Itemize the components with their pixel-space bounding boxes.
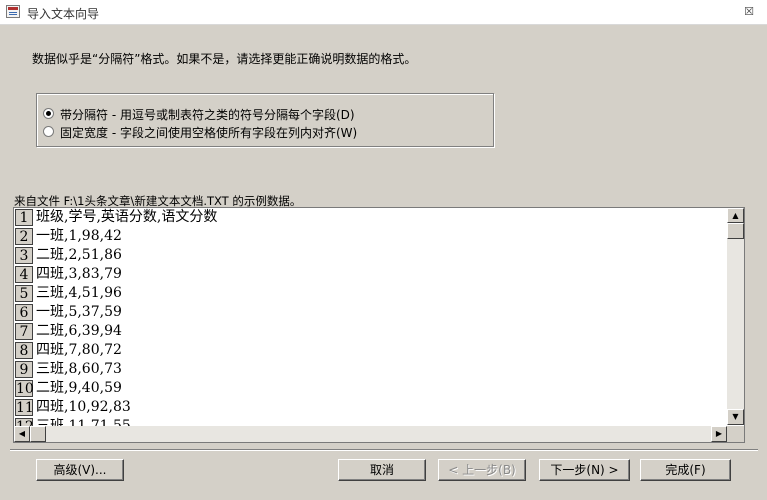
- row-text: 二班,9,40,59: [36, 380, 122, 396]
- row-number: 11: [15, 399, 34, 416]
- row-text: 二班,6,39,94: [36, 323, 122, 339]
- form-icon: [6, 5, 20, 18]
- table-row: 5 三班,4,51,96: [14, 285, 726, 304]
- scroll-up-icon[interactable]: ▲: [727, 208, 744, 223]
- table-row: 1 班级,学号,英语分数,语文分数: [14, 209, 726, 228]
- cancel-button[interactable]: 取消: [338, 459, 426, 481]
- row-number: 9: [15, 361, 33, 378]
- row-number: 7: [15, 323, 33, 340]
- table-row: 10 二班,9,40,59: [14, 380, 726, 399]
- close-icon[interactable]: ☒: [742, 5, 756, 19]
- row-number: 3: [15, 247, 33, 264]
- row-text: 四班,10,92,83: [36, 399, 131, 415]
- option-fixed-width-label: 固定宽度 - 字段之间使用空格使所有字段在列内对齐(W): [60, 126, 358, 140]
- back-button[interactable]: < 上一步(B): [438, 459, 526, 481]
- table-row: 7 二班,6,39,94: [14, 323, 726, 342]
- row-text: 一班,5,37,59: [36, 304, 122, 320]
- format-option-group: 带分隔符 - 用逗号或制表符之类的符号分隔每个字段(D) 固定宽度 - 字段之间…: [36, 93, 494, 147]
- row-text: 一班,1,98,42: [36, 228, 122, 244]
- title-bar: 导入文本向导 ☒: [0, 0, 767, 25]
- row-text: 三班,8,60,73: [36, 361, 122, 377]
- scroll-thumb[interactable]: [30, 426, 46, 442]
- row-text: 四班,7,80,72: [36, 342, 122, 358]
- row-number: 10: [15, 380, 34, 397]
- row-number: 4: [15, 266, 33, 283]
- window-title: 导入文本向导: [27, 7, 100, 21]
- radio-icon[interactable]: [43, 108, 54, 119]
- table-row: 6 一班,5,37,59: [14, 304, 726, 323]
- scroll-right-icon[interactable]: ▶: [711, 426, 727, 442]
- row-text: 三班,4,51,96: [36, 285, 122, 301]
- table-row: 8 四班,7,80,72: [14, 342, 726, 361]
- row-number: 8: [15, 342, 33, 359]
- row-number: 2: [15, 228, 33, 245]
- table-row: 4 四班,3,83,79: [14, 266, 726, 285]
- advanced-button[interactable]: 高级(V)...: [36, 459, 124, 481]
- separator: [10, 449, 758, 451]
- scroll-left-icon[interactable]: ◀: [14, 426, 30, 442]
- row-number: 6: [15, 304, 33, 321]
- table-row: 3 二班,2,51,86: [14, 247, 726, 266]
- next-button[interactable]: 下一步(N) >: [539, 459, 630, 481]
- row-text: 二班,2,51,86: [36, 247, 122, 263]
- table-row: 2 一班,1,98,42: [14, 228, 726, 247]
- table-row: 11 四班,10,92,83: [14, 399, 726, 418]
- finish-button[interactable]: 完成(F): [640, 459, 731, 481]
- horizontal-scrollbar[interactable]: ◀ ▶: [14, 426, 727, 442]
- vertical-scrollbar[interactable]: ▲ ▼: [727, 208, 744, 425]
- radio-icon[interactable]: [43, 126, 54, 137]
- table-row: 9 三班,8,60,73: [14, 361, 726, 380]
- scrollbar-corner: [727, 426, 744, 442]
- option-delimited-label: 带分隔符 - 用逗号或制表符之类的符号分隔每个字段(D): [60, 108, 355, 122]
- scroll-down-icon[interactable]: ▼: [727, 409, 744, 425]
- scroll-thumb[interactable]: [727, 223, 744, 239]
- row-number: 1: [15, 209, 33, 226]
- row-text: 班级,学号,英语分数,语文分数: [36, 209, 218, 225]
- row-number: 5: [15, 285, 33, 302]
- row-text: 四班,3,83,79: [36, 266, 122, 282]
- preview-grid[interactable]: 1 班级,学号,英语分数,语文分数 2 一班,1,98,42 3 二班,2,51,86 4 四…: [13, 207, 745, 443]
- format-description: 数据似乎是“分隔符”格式。如果不是，请选择更能正确说明数据的格式。: [32, 52, 417, 66]
